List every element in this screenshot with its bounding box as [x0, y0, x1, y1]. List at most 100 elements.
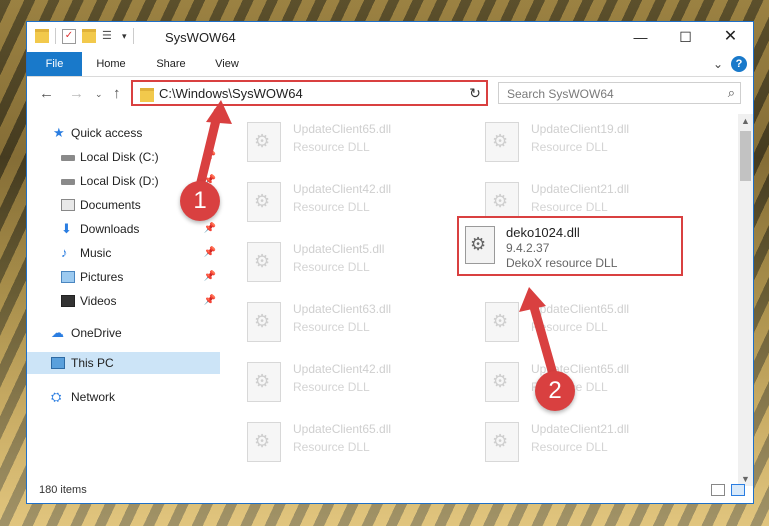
file-name: UpdateClient65.dll	[293, 422, 392, 436]
download-icon: ⬇	[61, 221, 72, 236]
sidebar-item-downloads[interactable]: ⬇ Downloads 📌	[27, 218, 220, 240]
highlighted-file-deko1024[interactable]: deko1024.dll 9.4.2.37 DekoX resource DLL	[457, 216, 683, 276]
toolbar-divider	[55, 28, 56, 44]
sidebar-item-onedrive[interactable]: ☁ OneDrive	[27, 322, 220, 344]
toolbar-divider	[132, 28, 134, 44]
expand-ribbon-chevron-icon[interactable]: ⌄	[713, 57, 723, 71]
dll-file-icon	[485, 302, 519, 342]
sidebar-item-music[interactable]: ♪ Music 📌	[27, 242, 220, 264]
network-icon: ⛭	[51, 389, 62, 404]
file-name: UpdateClient21.dll	[531, 422, 630, 436]
file-name: UpdateClient42.dll	[293, 182, 392, 196]
tab-view[interactable]: View	[207, 52, 247, 76]
scroll-up-icon[interactable]: ▲	[741, 116, 750, 126]
window-title: SysWOW64	[165, 30, 236, 45]
file-description: Resource DLL	[531, 440, 608, 454]
cloud-icon: ☁	[51, 325, 64, 340]
file-description: Resource DLL	[293, 140, 370, 154]
sidebar-item-network[interactable]: ⛭ Network	[27, 386, 220, 408]
tab-file[interactable]: File	[27, 52, 82, 76]
file-item[interactable]: UpdateClient19.dll Resource DLL	[485, 118, 715, 166]
sidebar-item-label: Local Disk (D:)	[80, 174, 159, 188]
close-button[interactable]: ✕	[708, 22, 753, 52]
vertical-scrollbar[interactable]: ▲ ▼	[738, 114, 753, 486]
dll-file-icon	[247, 122, 281, 162]
file-item[interactable]: UpdateClient65.dll Resource DLL	[247, 418, 477, 466]
maximize-button[interactable]: ☐	[663, 22, 708, 52]
dll-file-icon	[465, 226, 495, 264]
status-bar: 180 items	[27, 479, 753, 503]
file-item[interactable]: UpdateClient65.dll Resource DLL	[247, 118, 477, 166]
forward-button[interactable]: →	[69, 85, 84, 102]
file-name: UpdateClient19.dll	[531, 122, 630, 136]
sidebar-item-label: Documents	[80, 198, 141, 212]
file-name: UpdateClient65.dll	[531, 302, 630, 316]
file-description: Resource DLL	[531, 320, 608, 334]
properties-icon[interactable]: ☰	[102, 30, 116, 42]
back-button[interactable]: ←	[39, 85, 54, 102]
minimize-button[interactable]: —	[618, 22, 663, 52]
file-item[interactable]: UpdateClient21.dll Resource DLL	[485, 418, 715, 466]
file-item[interactable]: UpdateClient42.dll Resource DLL	[247, 358, 477, 406]
sidebar-item-label: Local Disk (C:)	[80, 150, 159, 164]
videos-icon	[61, 295, 75, 307]
help-icon[interactable]: ?	[731, 56, 747, 72]
dll-file-icon	[485, 362, 519, 402]
file-name: UpdateClient63.dll	[293, 302, 392, 316]
sidebar-item-local-disk-c[interactable]: Local Disk (C:) 📌	[27, 146, 220, 168]
sidebar-item-pictures[interactable]: Pictures 📌	[27, 266, 220, 288]
sidebar-item-label: OneDrive	[71, 326, 122, 340]
disk-icon	[61, 179, 75, 185]
customize-toolbar-chevron-icon[interactable]: ▾	[122, 31, 127, 42]
music-icon: ♪	[61, 245, 68, 260]
sidebar-item-label: Downloads	[80, 222, 140, 236]
pin-icon: 📌	[203, 271, 216, 282]
search-box[interactable]: ⌕	[498, 82, 741, 105]
file-description: Resource DLL	[293, 440, 370, 454]
refresh-button[interactable]: ↻	[464, 80, 488, 106]
address-bar[interactable]: C:\Windows\SysWOW64 ⌄	[131, 80, 486, 106]
file-name: UpdateClient42.dll	[293, 362, 392, 376]
file-name: UpdateClient5.dll	[293, 242, 385, 256]
folder-icon	[140, 88, 154, 102]
tab-share[interactable]: Share	[149, 52, 193, 76]
scrollbar-thumb[interactable]	[740, 131, 751, 181]
disk-icon	[61, 155, 75, 161]
title-bar: ✓ ☰ ▾ SysWOW64 — ☐ ✕	[27, 22, 753, 52]
star-icon: ★	[53, 125, 65, 140]
sidebar-item-label: This PC	[71, 356, 114, 370]
file-description: Resource DLL	[531, 140, 608, 154]
pin-icon: 📌	[203, 295, 216, 306]
sidebar-item-quick-access[interactable]: ★ Quick access	[27, 122, 220, 144]
pin-icon: 📌	[203, 247, 216, 258]
ribbon-tabs: File Home Share View ⌄ ?	[27, 52, 753, 77]
file-item[interactable]: UpdateClient63.dll Resource DLL	[247, 298, 477, 346]
properties-check-icon[interactable]: ✓	[62, 28, 76, 44]
search-input[interactable]	[499, 83, 719, 105]
folder-icon	[35, 29, 49, 43]
file-item[interactable]: UpdateClient42.dll Resource DLL	[247, 178, 477, 226]
search-icon[interactable]: ⌕	[728, 85, 735, 101]
pictures-icon	[61, 271, 75, 283]
file-item[interactable]: UpdateClient65.dll Resource DLL	[485, 358, 715, 406]
sidebar-item-videos[interactable]: Videos 📌	[27, 290, 220, 312]
recent-locations-chevron-icon[interactable]: ⌄	[95, 89, 103, 100]
pc-icon	[51, 357, 65, 369]
address-row: ← → ⌄ ↑ C:\Windows\SysWOW64 ⌄ ↻ ⌕	[27, 77, 753, 111]
sidebar-item-label: Network	[71, 390, 116, 404]
address-path[interactable]: C:\Windows\SysWOW64	[159, 86, 303, 101]
dll-file-icon	[247, 362, 281, 402]
dll-file-icon	[247, 302, 281, 342]
file-item[interactable]: UpdateClient5.dll Resource DLL	[247, 238, 477, 286]
file-description: Resource DLL	[293, 260, 370, 274]
sidebar-item-this-pc[interactable]: This PC	[27, 352, 220, 374]
file-item[interactable]: UpdateClient65.dll Resource DLL	[485, 298, 715, 346]
sidebar-item-label: Music	[80, 246, 112, 260]
file-description: DekoX resource DLL	[506, 256, 618, 270]
file-description: Resource DLL	[293, 320, 370, 334]
details-view-icon[interactable]	[711, 484, 725, 496]
up-button[interactable]: ↑	[113, 85, 121, 102]
tiles-view-icon[interactable]	[731, 484, 745, 496]
new-folder-icon[interactable]	[82, 29, 96, 43]
tab-home[interactable]: Home	[89, 52, 133, 76]
